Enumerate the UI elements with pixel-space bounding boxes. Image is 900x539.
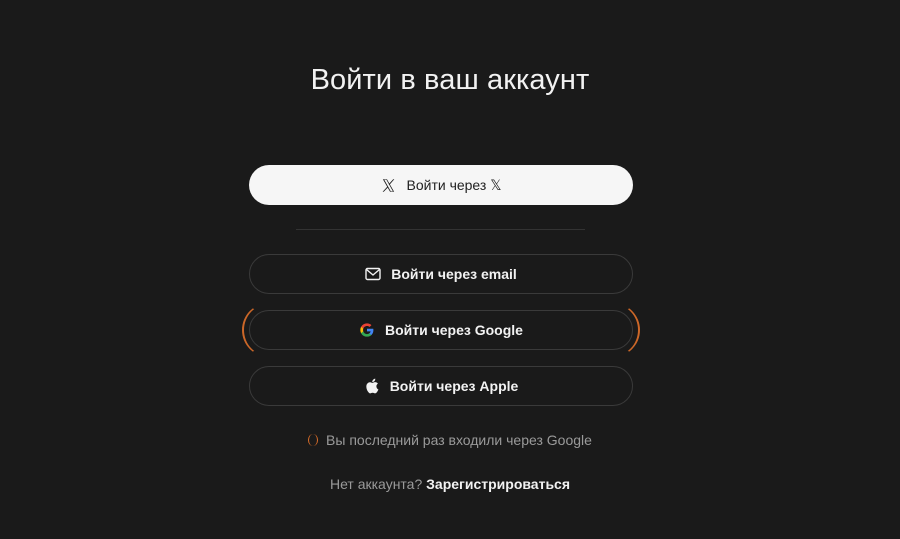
login-email-label: Войти через email	[391, 266, 517, 282]
last-login-hint-text: Вы последний раз входили через Google	[326, 432, 592, 448]
signup-link[interactable]: Зарегистрироваться	[426, 476, 570, 492]
signup-row: Нет аккаунта? Зарегистрироваться	[0, 476, 900, 492]
envelope-icon	[365, 266, 381, 282]
login-google-label: Войти через Google	[385, 322, 523, 338]
login-x-label: Войти через 𝕏	[406, 176, 502, 193]
google-logo-icon	[359, 322, 375, 338]
login-x-button[interactable]: Войти через 𝕏	[249, 165, 633, 205]
signup-prompt: Нет аккаунта?	[329, 476, 423, 492]
x-logo-icon	[381, 177, 397, 193]
login-email-button[interactable]: Войти через email	[249, 254, 633, 294]
ring-indicator-icon	[308, 434, 319, 446]
page-title: Войти в ваш аккаунт	[310, 64, 590, 96]
apple-logo-icon	[364, 378, 380, 394]
login-apple-button[interactable]: Войти через Apple	[249, 366, 633, 406]
last-login-hint: Вы последний раз входили через Google	[0, 432, 900, 448]
divider	[296, 229, 585, 230]
login-page: Войти в ваш аккаунт Войти через 𝕏 Войти …	[0, 0, 900, 539]
login-google-button[interactable]: Войти через Google	[249, 310, 633, 350]
login-apple-label: Войти через Apple	[389, 378, 519, 394]
